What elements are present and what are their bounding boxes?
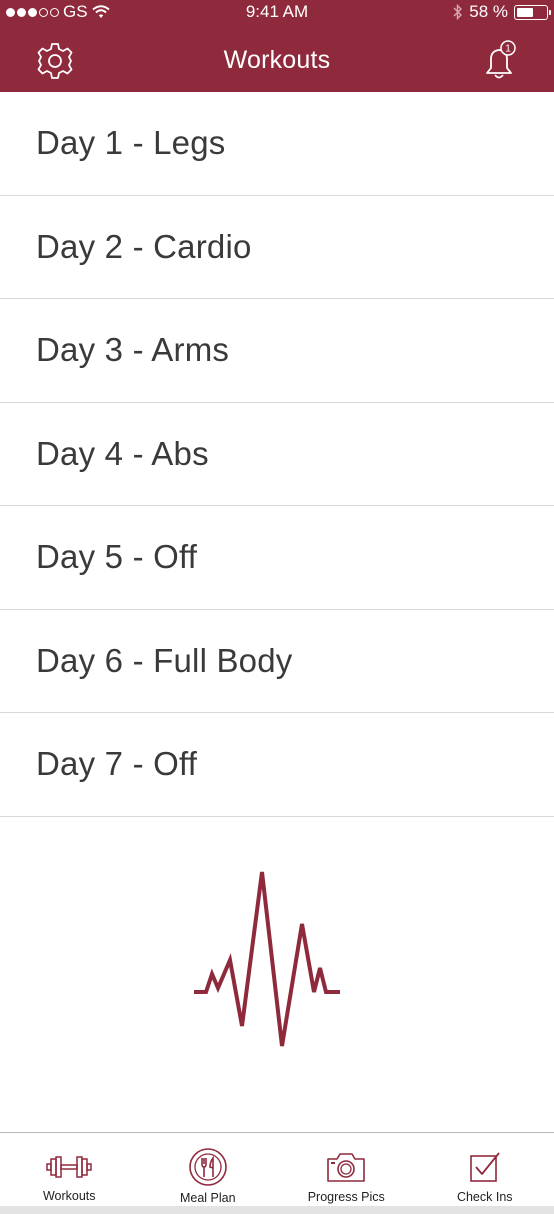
workout-label: Day 4 - Abs bbox=[36, 434, 209, 472]
tab-workouts[interactable]: Workouts bbox=[0, 1133, 139, 1206]
workout-row-day-5[interactable]: Day 5 - Off bbox=[0, 506, 554, 610]
bell-icon: 1 bbox=[486, 40, 516, 79]
workout-row-day-4[interactable]: Day 4 - Abs bbox=[0, 402, 554, 506]
bluetooth-icon bbox=[453, 4, 463, 20]
page-title: Workouts bbox=[223, 46, 331, 74]
tab-meal-plan[interactable]: Meal Plan bbox=[139, 1133, 278, 1206]
bottom-strip bbox=[0, 1206, 554, 1214]
battery-percent: 58 % bbox=[469, 2, 508, 21]
tab-label: Progress Pics bbox=[307, 1190, 385, 1204]
tab-label: Meal Plan bbox=[179, 1191, 236, 1205]
workout-label: Day 7 - Off bbox=[36, 745, 198, 783]
workout-row-day-7[interactable]: Day 7 - Off bbox=[0, 713, 554, 817]
checkbox-icon bbox=[469, 1152, 500, 1182]
workout-row-day-1[interactable]: Day 1 - Legs bbox=[0, 92, 554, 196]
workout-label: Day 6 - Full Body bbox=[36, 641, 293, 679]
battery-icon bbox=[514, 4, 551, 20]
tab-bar: Workouts Meal Plan Progress Pics Check I… bbox=[0, 1132, 554, 1206]
notification-count: 1 bbox=[505, 44, 511, 55]
status-bar: GS 9:41 AM 58 % bbox=[0, 0, 554, 26]
heartbeat-icon bbox=[194, 871, 340, 1047]
notifications-button[interactable]: 1 bbox=[478, 40, 520, 82]
camera-icon bbox=[327, 1153, 366, 1182]
workout-list: Day 1 - Legs Day 2 - Cardio Day 3 - Arms… bbox=[0, 92, 554, 817]
workout-row-day-6[interactable]: Day 6 - Full Body bbox=[0, 609, 554, 713]
fork-knife-plate-icon bbox=[188, 1148, 227, 1186]
tab-progress-pics[interactable]: Progress Pics bbox=[277, 1133, 416, 1206]
workout-label: Day 1 - Legs bbox=[36, 124, 226, 162]
workout-row-day-3[interactable]: Day 3 - Arms bbox=[0, 299, 554, 403]
tab-label: Check Ins bbox=[456, 1190, 513, 1204]
workout-label: Day 3 - Arms bbox=[36, 331, 230, 369]
dumbbell-icon bbox=[46, 1156, 92, 1178]
workout-label: Day 5 - Off bbox=[36, 538, 198, 576]
workout-row-day-2[interactable]: Day 2 - Cardio bbox=[0, 195, 554, 299]
nav-bar: Workouts 1 bbox=[0, 26, 554, 92]
tab-label: Workouts bbox=[42, 1189, 96, 1203]
battery-info: 58 % bbox=[453, 2, 551, 22]
tab-check-ins[interactable]: Check Ins bbox=[416, 1133, 554, 1206]
workout-label: Day 2 - Cardio bbox=[36, 227, 252, 265]
